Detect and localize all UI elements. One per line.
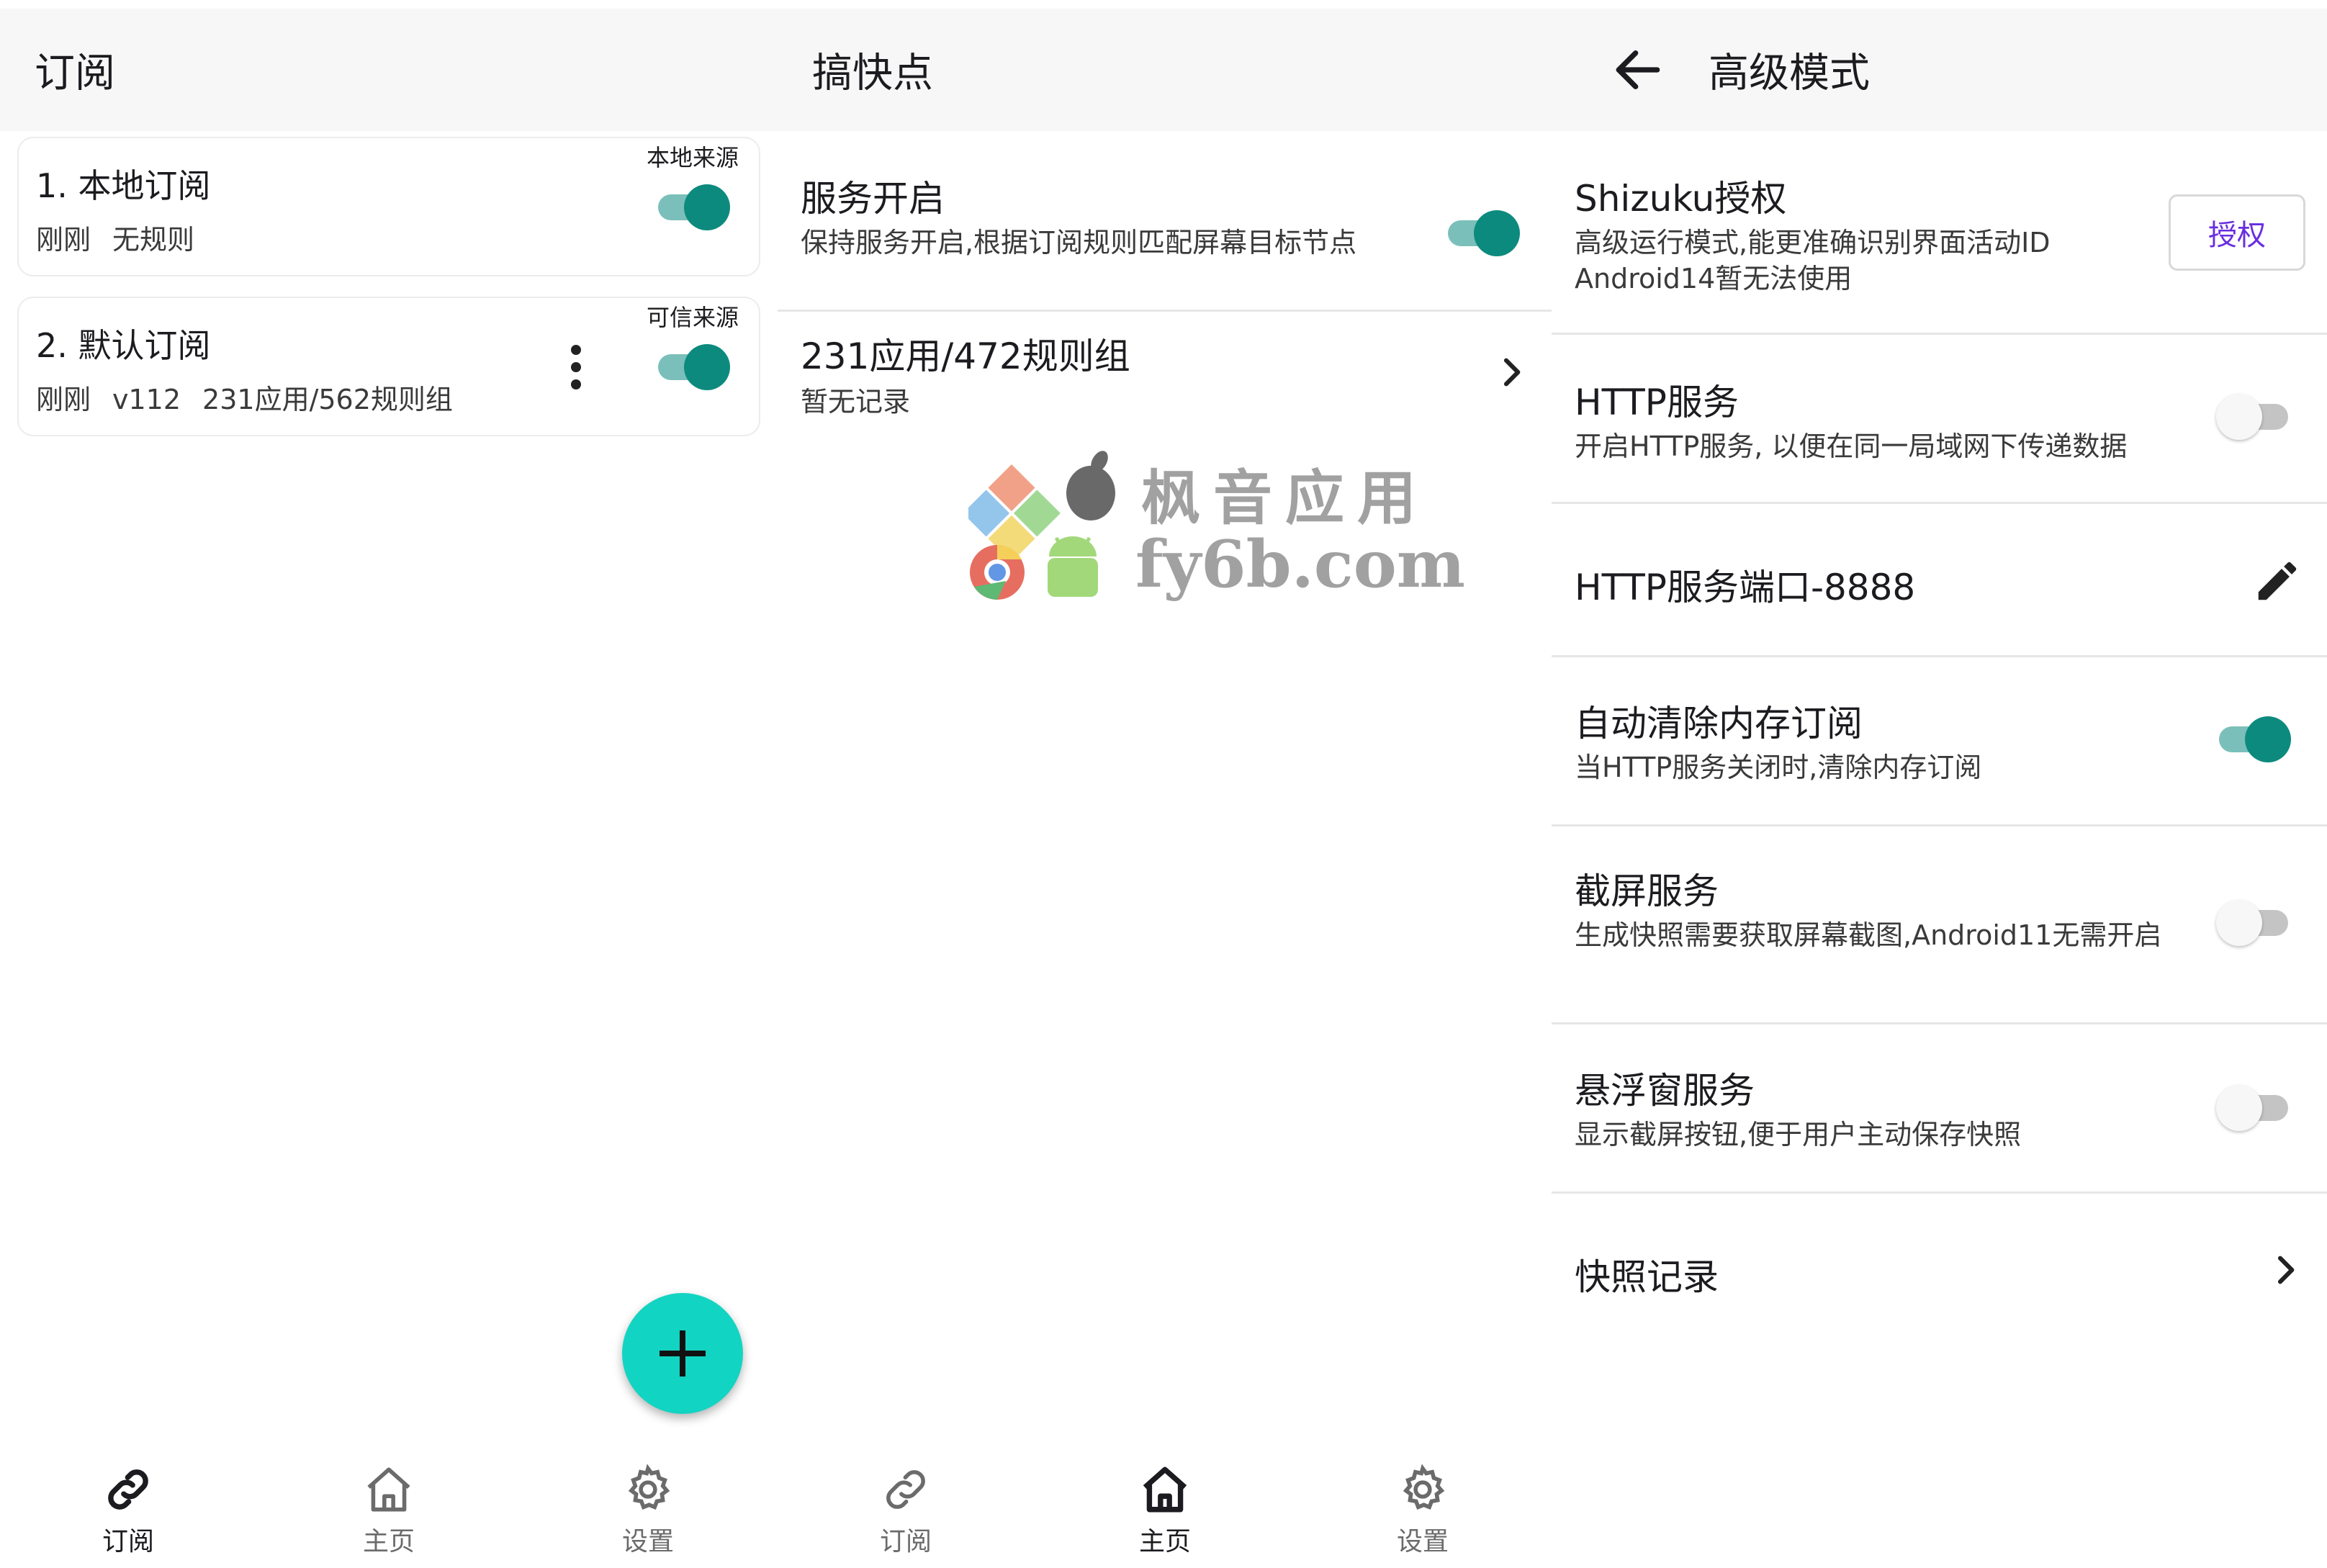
snapshot-records-row[interactable]: 快照记录: [1552, 1194, 2327, 1345]
auto-clear-switch[interactable]: [2216, 716, 2291, 762]
subscription-rule-info: 231应用/562规则组: [202, 384, 453, 415]
gear-icon: [1403, 1464, 1445, 1510]
authorize-button[interactable]: 授权: [2169, 194, 2305, 271]
float-window-row[interactable]: 悬浮窗服务 显示截屏按钮,便于用户主动保存快照: [1552, 1024, 2327, 1191]
subscription-meta: 刚刚 无规则: [36, 217, 216, 257]
http-service-title: HTTP服务: [1575, 382, 1739, 423]
nav-label: 设置: [621, 1527, 674, 1556]
subscription-screen: 订阅 1. 本地订阅 本地来源 刚刚 无规则 2. 默认订阅 可信来源 刚刚 v11…: [0, 0, 778, 1568]
service-title: 服务开启: [801, 178, 945, 220]
screenshot-service-title: 截屏服务: [1575, 870, 1719, 912]
chevron-right-icon: [1503, 358, 1521, 387]
float-window-title: 悬浮窗服务: [1575, 1070, 1755, 1112]
gear-icon: [628, 1464, 670, 1510]
subscription-source-label: 本地来源: [646, 144, 739, 171]
subscription-updated-time: 刚刚: [36, 224, 91, 256]
nav-item-settings[interactable]: 设置: [576, 1463, 720, 1558]
page-title: 搞快点: [812, 50, 933, 97]
float-window-switch[interactable]: [2216, 1085, 2291, 1131]
nav-label: 订阅: [879, 1527, 932, 1556]
subscription-rule-info: 无规则: [112, 224, 195, 256]
more-vert-icon[interactable]: [562, 338, 590, 396]
auto-clear-title: 自动清除内存订阅: [1575, 703, 1863, 744]
http-port-row[interactable]: HTTP服务端口-8888: [1552, 504, 2327, 655]
snapshot-records-title: 快照记录: [1575, 1256, 1719, 1298]
rules-summary-desc: 暂无记录: [801, 386, 911, 418]
subscription-enable-switch[interactable]: [655, 184, 730, 230]
rules-summary-title: 231应用/472规则组: [801, 335, 1130, 377]
service-description: 保持服务开启,根据订阅规则匹配屏幕目标节点: [801, 227, 1357, 258]
nav-label: 主页: [1138, 1527, 1191, 1556]
http-port-title: HTTP服务端口-8888: [1575, 567, 1916, 608]
nav-item-subscription[interactable]: 订阅: [56, 1463, 200, 1558]
http-service-switch[interactable]: [2216, 394, 2291, 440]
top-app-bar: 高级模式: [1552, 9, 2327, 131]
shizuku-row: Shizuku授权 高级运行模式,能更准确识别界面活动ID Android14暂…: [1552, 144, 2327, 333]
plus-icon: [660, 1330, 706, 1376]
http-service-row[interactable]: HTTP服务 开启HTTP服务, 以便在同一局域网下传递数据: [1552, 335, 2327, 502]
top-app-bar: 订阅: [0, 9, 778, 131]
nav-item-home[interactable]: 主页: [1093, 1463, 1237, 1558]
shizuku-description: 高级运行模式,能更准确识别界面活动ID Android14暂无法使用: [1575, 227, 2051, 294]
screenshot-service-row[interactable]: 截屏服务 生成快照需要获取屏幕截图,Android11无需开启: [1552, 826, 2327, 1022]
link-icon: [886, 1470, 925, 1509]
edit-pencil-icon[interactable]: [2252, 556, 2303, 606]
rules-summary-row[interactable]: 231应用/472规则组 暂无记录: [778, 312, 1552, 434]
link-icon: [108, 1469, 148, 1510]
home-icon: [1143, 1466, 1187, 1513]
home-screen: 搞快点 服务开启 保持服务开启,根据订阅规则匹配屏幕目标节点 231应用/472…: [778, 0, 1552, 1568]
page-title: 订阅: [35, 50, 115, 97]
subscription-source-label: 可信来源: [646, 304, 739, 331]
advanced-mode-screen: 高级模式 Shizuku授权 高级运行模式,能更准确识别界面活动ID Andro…: [1552, 0, 2327, 1568]
subscription-title: 2. 默认订阅: [36, 326, 211, 365]
subscription-title: 1. 本地订阅: [36, 166, 211, 205]
subscription-card-local[interactable]: 1. 本地订阅 本地来源 刚刚 无规则: [17, 137, 760, 276]
nav-label: 主页: [362, 1527, 415, 1556]
bottom-navigation: 订阅 主页 设置: [0, 1454, 778, 1568]
service-row[interactable]: 服务开启 保持服务开启,根据订阅规则匹配屏幕目标节点: [778, 144, 1552, 310]
service-switch[interactable]: [1445, 210, 1520, 256]
subscription-meta: 刚刚 v112 231应用/562规则组: [36, 377, 474, 417]
screenshot-service-switch[interactable]: [2216, 900, 2291, 946]
nav-item-subscription[interactable]: 订阅: [834, 1463, 978, 1558]
top-app-bar: 搞快点: [778, 9, 1552, 131]
back-arrow-icon[interactable]: [1609, 41, 1667, 99]
screenshot-service-description: 生成快照需要获取屏幕截图,Android11无需开启: [1575, 919, 2162, 951]
subscription-card-default[interactable]: 2. 默认订阅 可信来源 刚刚 v112 231应用/562规则组: [17, 297, 760, 436]
watermark-logo-icon: [963, 451, 1115, 600]
subscription-enable-switch[interactable]: [655, 344, 730, 390]
chevron-right-icon: [2277, 1256, 2295, 1284]
nav-label: 订阅: [102, 1527, 154, 1556]
auto-clear-description: 当HTTP服务关闭时,清除内存订阅: [1575, 752, 1982, 783]
auto-clear-row[interactable]: 自动清除内存订阅 当HTTP服务关闭时,清除内存订阅: [1552, 657, 2327, 824]
subscription-version: v112: [112, 384, 181, 415]
subscription-updated-time: 刚刚: [36, 384, 91, 415]
shizuku-title: Shizuku授权: [1575, 178, 1787, 220]
home-icon: [367, 1467, 410, 1512]
nav-item-settings[interactable]: 设置: [1351, 1463, 1495, 1558]
watermark-text-cn: 枫音应用: [1141, 464, 1430, 533]
bottom-navigation: 订阅 主页 设置: [778, 1454, 1552, 1568]
http-service-description: 开启HTTP服务, 以便在同一局域网下传递数据: [1575, 431, 2128, 462]
add-subscription-button[interactable]: [622, 1293, 743, 1414]
nav-label: 设置: [1396, 1527, 1449, 1556]
float-window-description: 显示截屏按钮,便于用户主动保存快照: [1575, 1119, 2022, 1150]
watermark-text-url: fy6b.com: [1135, 526, 1465, 603]
page-title: 高级模式: [1709, 50, 1870, 97]
nav-item-home[interactable]: 主页: [317, 1463, 461, 1558]
watermark: 枫音应用 fy6b.com: [963, 443, 1465, 616]
